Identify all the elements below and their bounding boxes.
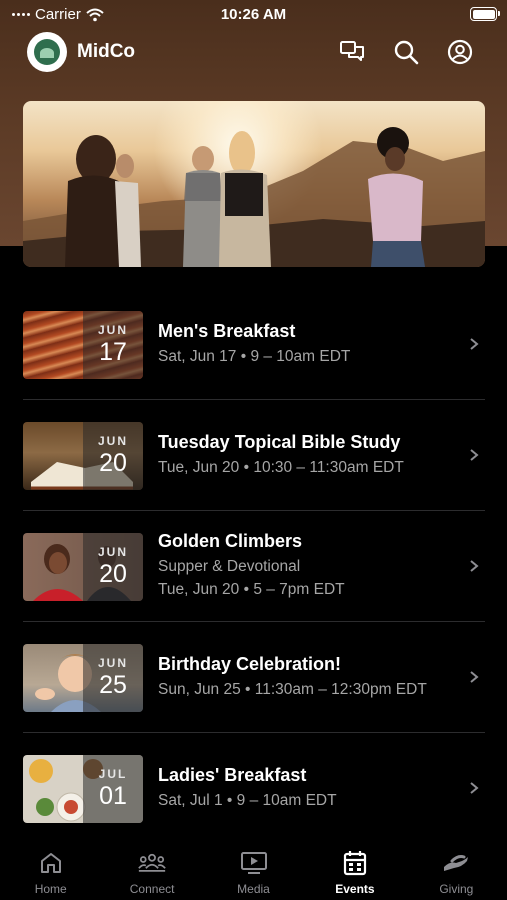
tab-label: Media xyxy=(237,882,270,896)
search-icon[interactable] xyxy=(392,38,420,66)
tab-label: Giving xyxy=(439,882,474,896)
event-date-badge: JUN 17 xyxy=(83,311,143,379)
event-date-badge: JUN 25 xyxy=(83,644,143,712)
event-thumbnail: JUN 25 xyxy=(23,644,143,712)
event-title: Tuesday Topical Bible Study xyxy=(158,432,401,452)
event-row[interactable]: JUL 01 Ladies' Breakfast Sat, Jul 1 • 9 … xyxy=(23,733,485,844)
people-icon xyxy=(138,850,166,876)
chevron-right-icon xyxy=(470,560,479,572)
event-date-badge: JUN 20 xyxy=(83,533,143,601)
tab-label: Connect xyxy=(129,882,175,896)
event-time: Tue, Jun 20 • 10:30 – 11:30am EDT xyxy=(158,459,404,476)
event-info: Birthday Celebration! Sun, Jun 25 • 11:3… xyxy=(158,654,455,699)
status-bar: Carrier 10:26 AM xyxy=(0,0,507,30)
event-info: Ladies' Breakfast Sat, Jul 1 • 9 – 10am … xyxy=(158,765,455,810)
event-time: Tue, Jun 20 • 5 – 7pm EDT xyxy=(158,581,345,598)
event-date-badge: JUN 20 xyxy=(83,422,143,490)
play-screen-icon xyxy=(240,850,268,876)
event-month: JUN xyxy=(97,323,128,337)
event-time: Sun, Jun 25 • 11:30am – 12:30pm EDT xyxy=(158,681,427,698)
hero-photo-illustration xyxy=(23,127,485,267)
tab-connect[interactable]: Connect xyxy=(101,840,202,900)
event-day: 01 xyxy=(99,782,127,810)
event-day: 17 xyxy=(99,338,127,366)
event-month: JUN xyxy=(97,656,128,670)
event-time: Sat, Jun 17 • 9 – 10am EDT xyxy=(158,348,351,365)
tab-bar: Home Connect Media Events Giving xyxy=(0,840,507,900)
event-day: 20 xyxy=(99,560,127,588)
event-row[interactable]: JUN 20 Golden Climbers Supper & Devotion… xyxy=(23,511,485,622)
event-info: Tuesday Topical Bible Study Tue, Jun 20 … xyxy=(158,432,455,477)
chevron-right-icon xyxy=(470,671,479,683)
tab-media[interactable]: Media xyxy=(203,840,304,900)
event-day: 25 xyxy=(99,671,127,699)
event-thumbnail: JUN 17 xyxy=(23,311,143,379)
event-row[interactable]: JUN 20 Tuesday Topical Bible Study Tue, … xyxy=(23,400,485,511)
church-logo[interactable] xyxy=(27,32,67,72)
app-title: MidCo xyxy=(77,41,136,62)
hero-image[interactable] xyxy=(23,101,485,267)
chevron-right-icon xyxy=(470,449,479,461)
tab-home[interactable]: Home xyxy=(0,840,101,900)
event-day: 20 xyxy=(99,449,127,477)
giving-hand-icon xyxy=(442,850,470,876)
chevron-right-icon xyxy=(470,338,479,350)
home-icon xyxy=(37,850,65,876)
event-title: Golden Climbers xyxy=(158,531,303,551)
event-info: Men's Breakfast Sat, Jun 17 • 9 – 10am E… xyxy=(158,321,455,366)
event-subtitle: Supper & Devotional xyxy=(158,558,301,575)
event-title: Birthday Celebration! xyxy=(158,654,342,674)
tab-events[interactable]: Events xyxy=(304,840,405,900)
status-time: 10:26 AM xyxy=(220,6,287,23)
tab-giving[interactable]: Giving xyxy=(406,840,507,900)
event-month: JUL xyxy=(98,767,128,781)
event-time: Sat, Jul 1 • 9 – 10am EDT xyxy=(158,792,337,809)
event-title: Ladies' Breakfast xyxy=(158,765,307,785)
event-month: JUN xyxy=(97,545,128,559)
event-thumbnail: JUN 20 xyxy=(23,533,143,601)
event-info: Golden Climbers Supper & Devotional Tue,… xyxy=(158,531,455,599)
event-thumbnail: JUN 20 xyxy=(23,422,143,490)
chat-icon[interactable] xyxy=(338,38,366,66)
event-list: JUN 17 Men's Breakfast Sat, Jun 17 • 9 –… xyxy=(23,289,485,844)
event-month: JUN xyxy=(97,434,128,448)
battery-icon xyxy=(470,7,500,21)
app-bar: MidCo xyxy=(0,30,507,76)
tab-label: Home xyxy=(34,882,67,896)
chevron-right-icon xyxy=(470,782,479,794)
profile-icon[interactable] xyxy=(446,38,474,66)
tab-label: Events xyxy=(335,882,375,896)
event-row[interactable]: JUN 25 Birthday Celebration! Sun, Jun 25… xyxy=(23,622,485,733)
event-date-badge: JUL 01 xyxy=(83,755,143,823)
event-thumbnail: JUL 01 xyxy=(23,755,143,823)
calendar-icon xyxy=(341,850,369,876)
event-row[interactable]: JUN 17 Men's Breakfast Sat, Jun 17 • 9 –… xyxy=(23,289,485,400)
event-title: Men's Breakfast xyxy=(158,321,296,341)
